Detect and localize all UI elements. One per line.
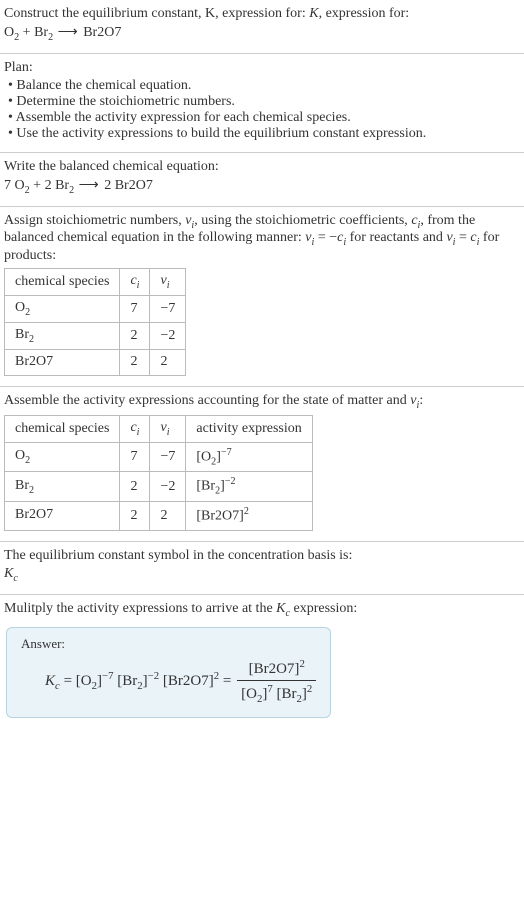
col-nu: νi bbox=[150, 416, 186, 443]
stoich-prompt: Assign stoichiometric numbers, νi, using… bbox=[4, 213, 520, 265]
cell-species: Br2O7 bbox=[5, 349, 120, 376]
species-br2: Br2 bbox=[34, 25, 53, 40]
col-activity: activity expression bbox=[186, 416, 312, 443]
col-nu: νi bbox=[150, 269, 186, 296]
cell-nu: 2 bbox=[150, 501, 186, 530]
activity-table: chemical species ci νi activity expressi… bbox=[4, 415, 313, 531]
plan-list: Balance the chemical equation. Determine… bbox=[4, 78, 520, 142]
section-plan: Plan: Balance the chemical equation. Det… bbox=[0, 54, 524, 153]
table-row: Br2 2 −2 [Br2]−2 bbox=[5, 472, 313, 501]
table-header-row: chemical species ci νi bbox=[5, 269, 186, 296]
fraction: [Br2O7]2 [O2]7 [Br2]2 bbox=[237, 658, 316, 705]
rhs: 2 Br2O7 bbox=[104, 178, 153, 193]
col-c: ci bbox=[120, 269, 150, 296]
arrow: ⟶ bbox=[53, 25, 83, 40]
text: Construct the equilibrium constant, K, e… bbox=[4, 6, 409, 21]
arrow: ⟶ bbox=[74, 178, 104, 193]
fraction-numerator: [Br2O7]2 bbox=[237, 658, 316, 681]
cell-c: 7 bbox=[120, 442, 150, 471]
cell-activity: [O2]−7 bbox=[186, 442, 312, 471]
cell-c: 2 bbox=[120, 349, 150, 376]
species-o2: O2 bbox=[4, 25, 19, 40]
cell-nu: −2 bbox=[150, 322, 186, 349]
balanced-prompt: Write the balanced chemical equation: bbox=[4, 159, 520, 175]
table-row: Br2O7 2 2 [Br2O7]2 bbox=[5, 501, 313, 530]
cell-species: O2 bbox=[5, 442, 120, 471]
plan-item: Determine the stoichiometric numbers. bbox=[8, 94, 520, 110]
cell-c: 2 bbox=[120, 501, 150, 530]
col-species: chemical species bbox=[5, 269, 120, 296]
section-balanced: Write the balanced chemical equation: 7 … bbox=[0, 153, 524, 207]
plan-item: Use the activity expressions to build th… bbox=[8, 126, 520, 142]
cell-c: 2 bbox=[120, 472, 150, 501]
unbalanced-equation: O2 + Br2 ⟶ Br2O7 bbox=[4, 24, 520, 43]
section-construct: Construct the equilibrium constant, K, e… bbox=[0, 0, 524, 54]
balanced-equation: 7 O2 + 2 Br2 ⟶ 2 Br2O7 bbox=[4, 177, 520, 196]
plan-title: Plan: bbox=[4, 60, 520, 76]
section-activity: Assemble the activity expressions accoun… bbox=[0, 387, 524, 542]
construct-prompt: Construct the equilibrium constant, K, e… bbox=[4, 6, 520, 22]
table-row: O2 7 −7 bbox=[5, 295, 186, 322]
cell-nu: 2 bbox=[150, 349, 186, 376]
kc-prompt: The equilibrium constant symbol in the c… bbox=[4, 548, 520, 564]
kc-symbol: Kc bbox=[4, 566, 520, 584]
table-row: O2 7 −7 [O2]−7 bbox=[5, 442, 313, 471]
cell-species: O2 bbox=[5, 295, 120, 322]
col-c: ci bbox=[120, 416, 150, 443]
cell-activity: [Br2O7]2 bbox=[186, 501, 312, 530]
species-br2o7: Br2O7 bbox=[83, 25, 121, 40]
cell-species: Br2O7 bbox=[5, 501, 120, 530]
cell-c: 7 bbox=[120, 295, 150, 322]
section-stoich: Assign stoichiometric numbers, νi, using… bbox=[0, 207, 524, 388]
plan-item: Assemble the activity expression for eac… bbox=[8, 110, 520, 126]
activity-prompt: Assemble the activity expressions accoun… bbox=[4, 393, 520, 411]
fraction-denominator: [O2]7 [Br2]2 bbox=[237, 681, 316, 705]
cell-c: 2 bbox=[120, 322, 150, 349]
section-kc-symbol: The equilibrium constant symbol in the c… bbox=[0, 542, 524, 595]
cell-species: Br2 bbox=[5, 472, 120, 501]
cell-nu: −2 bbox=[150, 472, 186, 501]
table-row: Br2 2 −2 bbox=[5, 322, 186, 349]
stoich-table: chemical species ci νi O2 7 −7 Br2 2 −2 … bbox=[4, 268, 186, 376]
coef-o2: 7 bbox=[4, 178, 15, 193]
cell-nu: −7 bbox=[150, 442, 186, 471]
cell-nu: −7 bbox=[150, 295, 186, 322]
species-br2: Br2 bbox=[55, 178, 74, 193]
plus: + 2 bbox=[30, 178, 55, 193]
col-species: chemical species bbox=[5, 416, 120, 443]
answer-box: Answer: Kc = [O2]−7 [Br2]−2 [Br2O7]2 = [… bbox=[6, 627, 331, 718]
plus: + bbox=[19, 25, 34, 40]
species-o2: O2 bbox=[15, 178, 30, 193]
answer-label: Answer: bbox=[21, 636, 318, 652]
table-header-row: chemical species ci νi activity expressi… bbox=[5, 416, 313, 443]
multiply-prompt: Mulitply the activity expressions to arr… bbox=[4, 601, 520, 619]
kc-expression: Kc = [O2]−7 [Br2]−2 [Br2O7]2 = [Br2O7]2 … bbox=[21, 658, 318, 705]
cell-activity: [Br2]−2 bbox=[186, 472, 312, 501]
section-answer: Mulitply the activity expressions to arr… bbox=[0, 595, 524, 736]
table-row: Br2O7 2 2 bbox=[5, 349, 186, 376]
plan-item: Balance the chemical equation. bbox=[8, 78, 520, 94]
cell-species: Br2 bbox=[5, 322, 120, 349]
